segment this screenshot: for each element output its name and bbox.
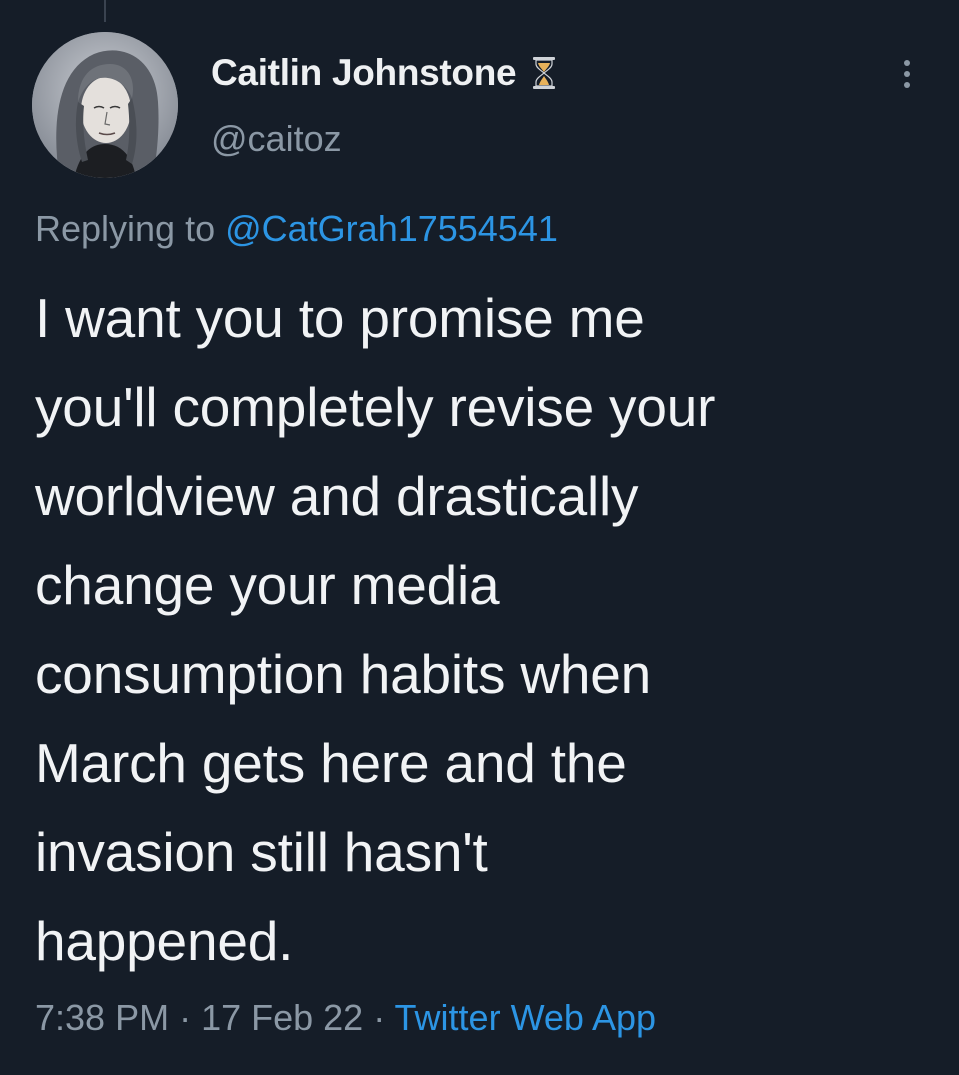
avatar[interactable] — [32, 32, 178, 178]
dot — [904, 82, 910, 88]
author-display-name[interactable]: Caitlin Johnstone — [211, 52, 517, 94]
dot — [904, 60, 910, 66]
author-name-row[interactable]: Caitlin Johnstone — [211, 48, 556, 98]
tweet-text: I want you to promise me you'll complete… — [35, 287, 716, 972]
hourglass-icon — [532, 56, 556, 90]
replying-to-line: Replying to @CatGrah17554541 — [35, 208, 558, 250]
dot — [904, 71, 910, 77]
tweet-card: Caitlin Johnstone @caitoz Replying to @C… — [0, 0, 959, 1075]
replying-to-label: Replying to — [35, 208, 226, 249]
tweet-meta: 7:38 PM · 17 Feb 22 · Twitter Web App — [35, 997, 656, 1039]
thread-connector — [104, 0, 106, 22]
more-vertical-icon[interactable] — [885, 52, 929, 96]
portrait-avatar-icon — [32, 32, 178, 178]
replying-to-handle-link[interactable]: @CatGrah17554541 — [225, 208, 558, 249]
tweet-date[interactable]: 17 Feb 22 — [201, 997, 363, 1038]
tweet-source-link[interactable]: Twitter Web App — [395, 997, 656, 1038]
meta-separator: · — [169, 997, 202, 1038]
author-handle[interactable]: @caitoz — [211, 118, 342, 160]
tweet-time[interactable]: 7:38 PM — [35, 997, 169, 1038]
meta-separator: · — [363, 997, 395, 1038]
